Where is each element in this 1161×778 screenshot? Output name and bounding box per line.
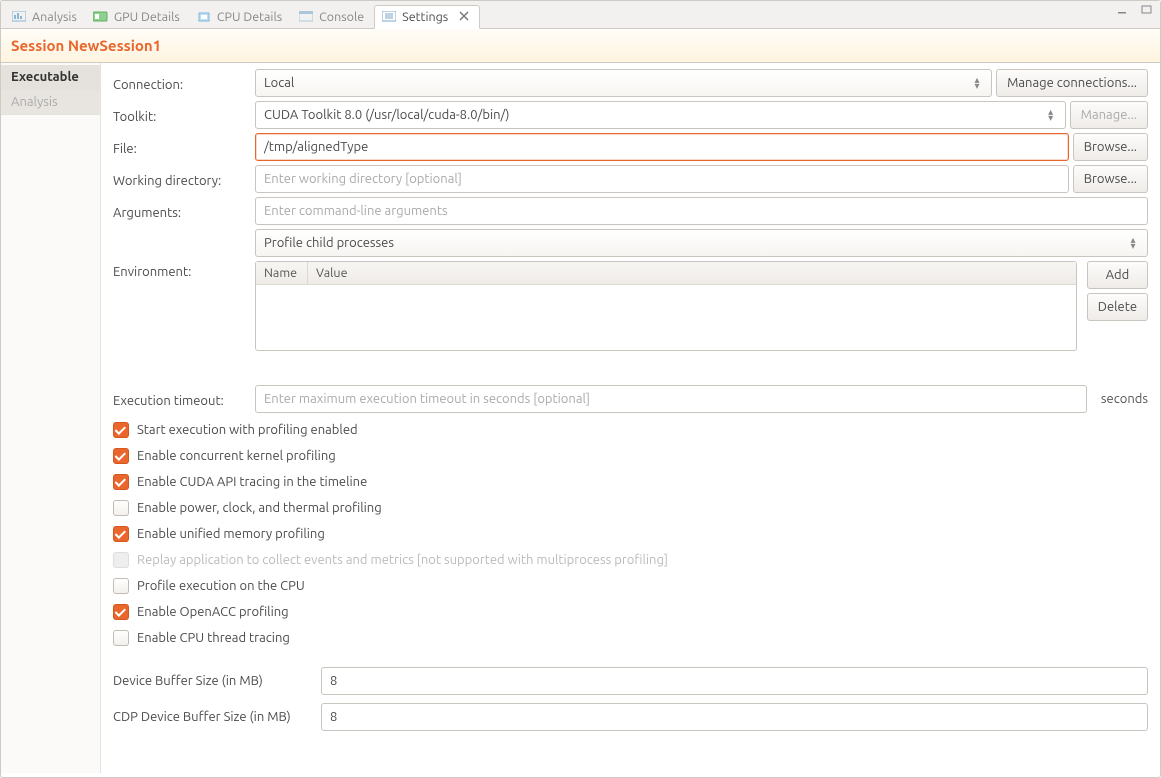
chk-profile-cpu[interactable] <box>113 578 129 594</box>
tab-console[interactable]: Console <box>292 6 374 28</box>
env-col-name[interactable]: Name <box>256 262 308 284</box>
settings-icon <box>381 10 397 24</box>
chevron-updown-icon: ▴▾ <box>1127 237 1139 249</box>
device-buffer-label: Device Buffer Size (in MB) <box>113 674 313 688</box>
sidebar: Executable Analysis <box>1 63 101 773</box>
connection-select[interactable]: Local ▴▾ <box>255 69 992 97</box>
tab-console-label: Console <box>319 10 364 24</box>
manage-connections-button[interactable]: Manage connections... <box>996 69 1148 97</box>
cdp-buffer-input[interactable] <box>321 703 1148 731</box>
chevron-updown-icon: ▴▾ <box>971 77 983 89</box>
timeout-input[interactable] <box>255 385 1087 413</box>
tab-settings[interactable]: Settings <box>374 5 480 29</box>
environment-header: Name Value <box>256 262 1076 285</box>
timeout-label: Execution timeout: <box>113 390 247 408</box>
environment-table: Name Value <box>255 261 1077 351</box>
environment-body[interactable] <box>256 285 1076 350</box>
chk-unified-memory-label: Enable unified memory profiling <box>137 527 325 541</box>
timeout-suffix: seconds <box>1095 392 1148 406</box>
add-env-button[interactable]: Add <box>1087 261 1148 289</box>
browse-wdir-button[interactable]: Browse... <box>1073 165 1148 193</box>
chk-openacc[interactable] <box>113 604 129 620</box>
console-icon <box>298 10 314 24</box>
chk-concurrent-kernel[interactable] <box>113 448 129 464</box>
environment-label: Environment: <box>113 261 247 279</box>
form-area: Connection: Local ▴▾ Manage connections.… <box>101 63 1160 773</box>
chk-replay-application <box>113 552 129 568</box>
body: Executable Analysis Connection: Local ▴▾… <box>1 63 1160 773</box>
sidebar-item-analysis[interactable]: Analysis <box>1 90 100 115</box>
arguments-input[interactable] <box>255 197 1148 225</box>
close-icon[interactable] <box>459 11 469 24</box>
chk-power-clock-thermal-label: Enable power, clock, and thermal profili… <box>137 501 382 515</box>
sidebar-item-label: Analysis <box>11 95 58 109</box>
chk-profiling-enabled-label: Start execution with profiling enabled <box>137 423 358 437</box>
empty-label <box>113 241 247 245</box>
maximize-icon[interactable] <box>1140 5 1154 15</box>
toolkit-value: CUDA Toolkit 8.0 (/usr/local/cuda-8.0/bi… <box>264 108 509 122</box>
file-label: File: <box>113 138 247 156</box>
child-processes-value: Profile child processes <box>264 236 394 250</box>
connection-label: Connection: <box>113 74 247 92</box>
analysis-icon <box>11 10 27 24</box>
tab-cpu-label: CPU Details <box>217 10 282 24</box>
sidebar-item-executable[interactable]: Executable <box>1 65 100 90</box>
toolkit-select[interactable]: CUDA Toolkit 8.0 (/usr/local/cuda-8.0/bi… <box>255 101 1066 129</box>
arguments-label: Arguments: <box>113 202 247 220</box>
chk-cuda-api-tracing[interactable] <box>113 474 129 490</box>
top-tabstrip: Analysis GPU Details CPU Details Console… <box>1 1 1160 29</box>
chk-profiling-enabled[interactable] <box>113 422 129 438</box>
chk-cuda-api-tracing-label: Enable CUDA API tracing in the timeline <box>137 475 367 489</box>
page-title: Session NewSession1 <box>1 29 1160 63</box>
manage-toolkit-button[interactable]: Manage... <box>1070 101 1148 129</box>
chk-unified-memory[interactable] <box>113 526 129 542</box>
tab-analysis-label: Analysis <box>32 10 77 24</box>
connection-value: Local <box>264 76 294 90</box>
file-input[interactable] <box>255 133 1069 161</box>
chk-profile-cpu-label: Profile execution on the CPU <box>137 579 305 593</box>
tab-gpu-label: GPU Details <box>114 10 180 24</box>
tab-analysis[interactable]: Analysis <box>5 6 87 28</box>
working-directory-input[interactable] <box>255 165 1069 193</box>
device-buffer-input[interactable] <box>321 667 1148 695</box>
cdp-buffer-label: CDP Device Buffer Size (in MB) <box>113 710 313 724</box>
chk-cpu-thread-tracing-label: Enable CPU thread tracing <box>137 631 290 645</box>
tab-gpu-details[interactable]: GPU Details <box>87 6 190 28</box>
chk-replay-application-label: Replay application to collect events and… <box>137 553 668 567</box>
window: Analysis GPU Details CPU Details Console… <box>0 0 1161 778</box>
tab-settings-label: Settings <box>402 10 448 24</box>
chk-power-clock-thermal[interactable] <box>113 500 129 516</box>
browse-file-button[interactable]: Browse... <box>1073 133 1148 161</box>
window-controls <box>1116 5 1154 15</box>
chk-openacc-label: Enable OpenACC profiling <box>137 605 289 619</box>
minimize-icon[interactable] <box>1116 5 1130 15</box>
sidebar-item-label: Executable <box>11 70 79 84</box>
cpu-icon <box>196 10 212 24</box>
tab-cpu-details[interactable]: CPU Details <box>190 6 292 28</box>
working-directory-label: Working directory: <box>113 170 247 188</box>
env-col-value[interactable]: Value <box>308 262 1076 284</box>
chk-cpu-thread-tracing[interactable] <box>113 630 129 646</box>
gpu-icon <box>93 10 109 24</box>
toolkit-label: Toolkit: <box>113 106 247 124</box>
chk-concurrent-kernel-label: Enable concurrent kernel profiling <box>137 449 336 463</box>
delete-env-button[interactable]: Delete <box>1087 293 1148 321</box>
chevron-updown-icon: ▴▾ <box>1045 109 1057 121</box>
child-processes-select[interactable]: Profile child processes ▴▾ <box>255 229 1148 257</box>
